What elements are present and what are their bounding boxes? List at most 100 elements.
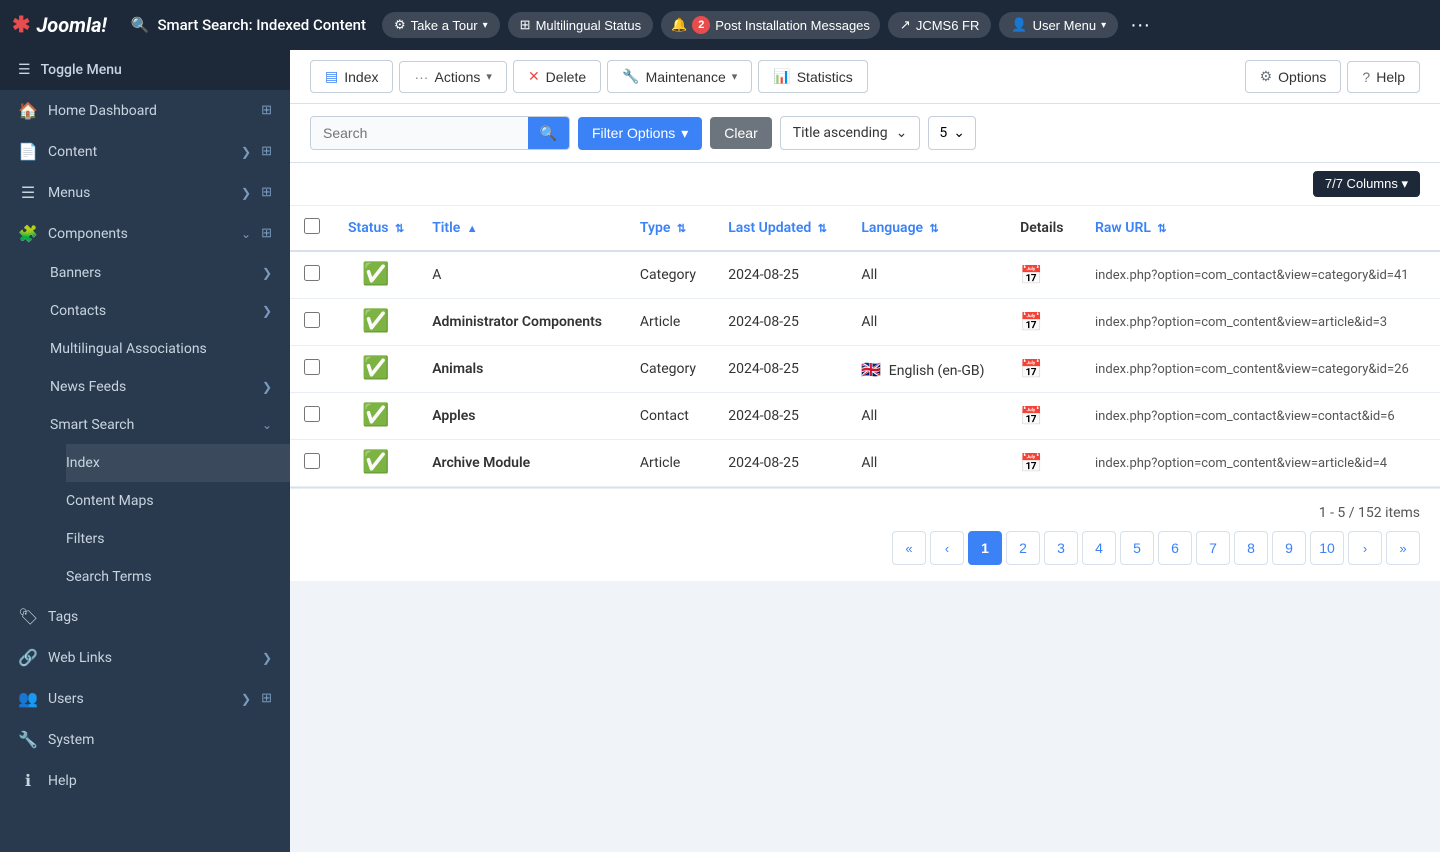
page-2-button[interactable]: 2 [1006,531,1040,565]
search-input[interactable] [311,117,528,149]
page-1-button[interactable]: 1 [968,531,1002,565]
help-button[interactable]: ? Help [1347,61,1420,93]
notifications-button[interactable]: 🔔 2 Post Installation Messages [661,11,880,39]
users-arrow-icon: ❯ [241,692,251,706]
options-button[interactable]: ⚙ Options [1245,60,1342,93]
row-details-cell[interactable]: 📅 [1006,251,1081,299]
calendar-icon[interactable]: 📅 [1020,312,1042,333]
sidebar-item-home[interactable]: 🏠 Home Dashboard ⊞ [0,90,290,131]
sidebar-item-content[interactable]: 📄 Content ❯ ⊞ [0,131,290,172]
contacts-arrow-icon: ❯ [262,304,272,318]
sidebar-item-components[interactable]: 🧩 Components ⌄ ⊞ [0,213,290,254]
first-page-button[interactable]: « [892,531,926,565]
help-icon: ℹ [18,771,38,790]
delete-button[interactable]: ✕ Delete [513,60,601,93]
row-type: Article [640,455,680,471]
clear-button[interactable]: Clear [710,117,771,149]
search-button[interactable]: 🔍 [528,117,569,149]
per-page-select[interactable]: 5 ⌄ [928,116,976,150]
sidebar-item-weblinks[interactable]: 🔗 Web Links ❯ [0,637,290,678]
next-page-button[interactable]: › [1348,531,1382,565]
row-checkbox-1[interactable] [304,312,320,328]
page-8-button[interactable]: 8 [1234,531,1268,565]
sidebar-item-menus[interactable]: ☰ Menus ❯ ⊞ [0,172,290,213]
row-status-cell: ✅ [334,393,418,440]
row-checkbox-4[interactable] [304,453,320,469]
sort-select[interactable]: Title ascending ⌄ [780,116,921,150]
row-details-cell[interactable]: 📅 [1006,346,1081,393]
status-column-header[interactable]: Status ⇅ [334,206,418,251]
users-grid-icon: ⊞ [261,691,272,706]
sidebar-item-help[interactable]: ℹ Help [0,760,290,801]
sidebar-item-search-terms[interactable]: Search Terms [66,558,290,596]
calendar-icon[interactable]: 📅 [1020,406,1042,427]
users-icon: 👥 [18,689,38,708]
row-type-cell: Category [626,251,714,299]
page-5-button[interactable]: 5 [1120,531,1154,565]
sidebar-item-news-feeds[interactable]: News Feeds ❯ [50,368,290,406]
statistics-button[interactable]: 📊 Statistics [758,60,867,93]
row-checkbox-3[interactable] [304,406,320,422]
last-page-button[interactable]: » [1386,531,1420,565]
toggle-menu-button[interactable]: ☰ Toggle Menu [0,50,290,90]
row-checkbox-cell [290,299,334,346]
select-all-checkbox[interactable] [304,218,320,234]
items-count: 1 - 5 / 152 items [1319,505,1420,521]
sidebar-item-content-maps[interactable]: Content Maps [66,482,290,520]
row-details-cell[interactable]: 📅 [1006,440,1081,487]
row-checkbox-0[interactable] [304,265,320,281]
sidebar-item-contacts[interactable]: Contacts ❯ [50,292,290,330]
sidebar-item-banners[interactable]: Banners ❯ [50,254,290,292]
page-7-button[interactable]: 7 [1196,531,1230,565]
calendar-icon[interactable]: 📅 [1020,453,1042,474]
page-3-button[interactable]: 3 [1044,531,1078,565]
page-4-button[interactable]: 4 [1082,531,1116,565]
page-9-button[interactable]: 9 [1272,531,1306,565]
rawurl-column-header[interactable]: Raw URL ⇅ [1081,206,1440,251]
select-all-header[interactable] [290,206,334,251]
row-rawurl-cell: index.php?option=com_content&view=articl… [1081,440,1440,487]
logo[interactable]: ✱ Joomla! [12,13,107,38]
actions-button[interactable]: ··· Actions ▾ [399,61,506,93]
row-type: Category [640,361,696,377]
calendar-icon[interactable]: 📅 [1020,265,1042,286]
sidebar-item-tags[interactable]: 🏷 Tags [0,596,290,637]
columns-button[interactable]: 7/7 Columns ▾ [1313,171,1420,197]
row-title-cell: Administrator Components [418,299,626,346]
page-10-button[interactable]: 10 [1310,531,1344,565]
sidebar-item-system[interactable]: 🔧 System [0,719,290,760]
menus-grid-icon: ⊞ [261,185,272,200]
sidebar-item-filters[interactable]: Filters [66,520,290,558]
prev-page-button[interactable]: ‹ [930,531,964,565]
type-column-header[interactable]: Type ⇅ [626,206,714,251]
maintenance-button[interactable]: 🔧 Maintenance ▾ [607,60,752,93]
index-button[interactable]: ▤ Index [310,60,393,93]
rawurl-sort-icon: ⇅ [1157,222,1166,235]
sidebar-item-index[interactable]: Index [66,444,290,482]
calendar-icon[interactable]: 📅 [1020,359,1042,380]
row-type: Contact [640,408,689,424]
filter-options-button[interactable]: Filter Options ▾ [578,117,702,150]
weblinks-icon: 🔗 [18,648,38,667]
title-column-header[interactable]: Title ▲ [418,206,626,251]
row-details-cell[interactable]: 📅 [1006,393,1081,440]
more-options-button[interactable]: ··· [1126,14,1154,37]
row-checkbox-2[interactable] [304,359,320,375]
sidebar: ☰ Toggle Menu 🏠 Home Dashboard ⊞ 📄 Conte… [0,50,290,852]
page-6-button[interactable]: 6 [1158,531,1192,565]
jcms-button[interactable]: ↗ JCMS6 FR [888,12,991,38]
page-title: Smart Search: Indexed Content [157,16,366,34]
language-column-header[interactable]: Language ⇅ [847,206,1006,251]
row-lastupdated: 2024-08-25 [728,314,799,330]
sidebar-item-smart-search[interactable]: Smart Search ⌄ [50,406,290,444]
sidebar-item-multilingual-associations[interactable]: Multilingual Associations [50,330,290,368]
take-tour-button[interactable]: ⚙ Take a Tour ▾ [382,12,500,38]
multilingual-status-button[interactable]: ⊞ Multilingual Status [508,12,653,38]
sidebar-item-users[interactable]: 👥 Users ❯ ⊞ [0,678,290,719]
toolbar: ▤ Index ··· Actions ▾ ✕ Delete 🔧 Mainten… [290,50,1440,104]
row-rawurl-cell: index.php?option=com_contact&view=contac… [1081,393,1440,440]
row-details-cell[interactable]: 📅 [1006,299,1081,346]
actions-chevron-icon: ▾ [486,70,492,83]
user-menu-button[interactable]: 👤 User Menu ▾ [999,12,1118,38]
lastupdated-column-header[interactable]: Last Updated ⇅ [714,206,847,251]
